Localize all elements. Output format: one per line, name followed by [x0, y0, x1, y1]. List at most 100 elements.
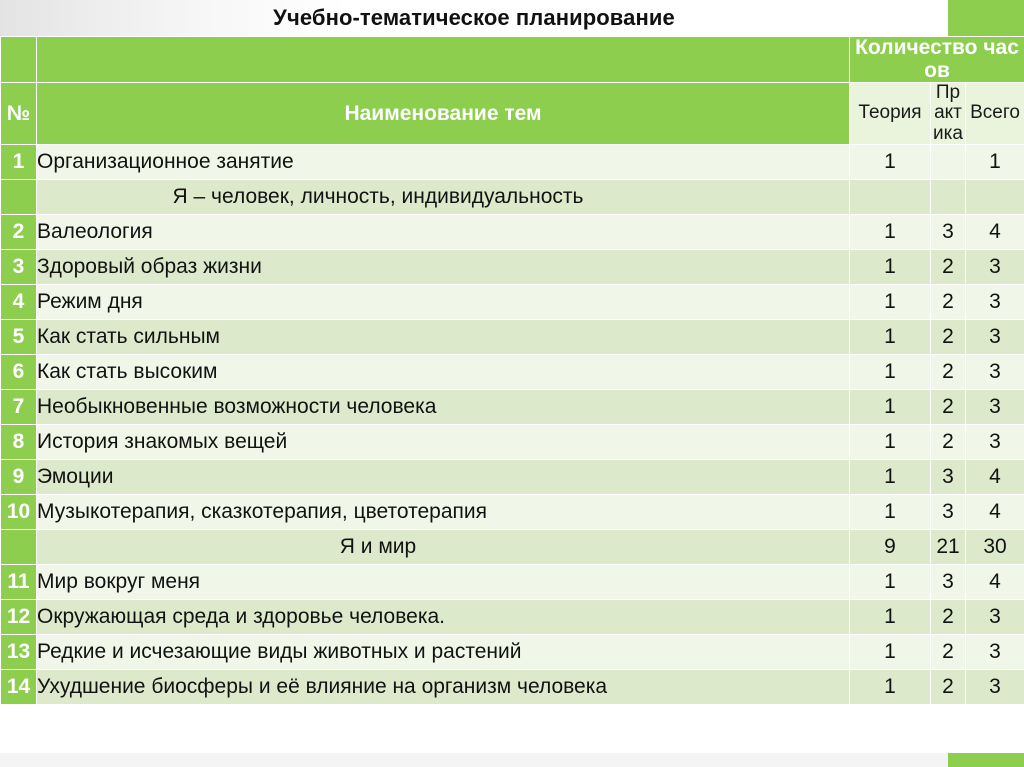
table-header-row-1: Количество часов: [0, 35, 1024, 84]
total-hours-cell: 4: [964, 493, 1024, 530]
topic-name-cell: Эмоции: [36, 458, 850, 495]
practice-hours-cell: 3: [930, 493, 966, 530]
curriculum-table: Количество часов № Наименование тем Теор…: [0, 35, 1024, 705]
theory-hours-cell: 1: [849, 248, 931, 285]
slide-root: Учебно-тематическое планирование Количес…: [0, 0, 1024, 767]
row-number-cell: 6: [0, 353, 37, 390]
table-body: 1 Организационное занятие 1 1 Я – человек, л…: [0, 143, 1024, 705]
theory-hours-cell: 1: [849, 668, 931, 705]
theory-hours-cell: 1: [849, 458, 931, 495]
table-row: 5 Как стать сильным 1 2 3: [0, 318, 1024, 355]
header-name-spacer: [36, 35, 850, 84]
total-hours-cell: 3: [964, 598, 1024, 635]
header-theory-label: Теория: [849, 82, 931, 145]
total-hours-cell: 30: [964, 528, 1024, 565]
total-hours-cell: 4: [964, 213, 1024, 250]
total-hours-cell: 3: [964, 318, 1024, 355]
row-number-cell: 3: [0, 248, 37, 285]
practice-hours-cell: 2: [930, 318, 966, 355]
row-number-cell: 14: [0, 668, 37, 705]
table-row: 1 Организационное занятие 1 1: [0, 143, 1024, 180]
row-number-cell: 5: [0, 318, 37, 355]
practice-hours-cell: 2: [930, 283, 966, 320]
total-hours-cell: 3: [964, 353, 1024, 390]
header-num-spacer: [0, 35, 37, 84]
topic-name-cell: Мир вокруг меня: [36, 563, 850, 600]
section-title-cell: Я – человек, личность, индивидуальность: [36, 178, 850, 215]
theory-hours-cell: 1: [849, 143, 931, 180]
row-number-cell: 10: [0, 493, 37, 530]
total-hours-cell: 3: [964, 668, 1024, 705]
total-hours-cell: 3: [964, 388, 1024, 425]
table-row: 2 Валеология 1 3 4: [0, 213, 1024, 250]
practice-hours-cell: 2: [930, 633, 966, 670]
table-section-row: Я – человек, личность, индивидуальность: [0, 178, 1024, 215]
table-row: 8 История знакомых вещей 1 2 3: [0, 423, 1024, 460]
table-row: 4 Режим дня 1 2 3: [0, 283, 1024, 320]
topic-name-cell: Как стать сильным: [36, 318, 850, 355]
theory-hours-cell: 1: [849, 563, 931, 600]
table-row: 11 Мир вокруг меня 1 3 4: [0, 563, 1024, 600]
header-practice-label: Практика: [930, 82, 966, 145]
topic-name-cell: История знакомых вещей: [36, 423, 850, 460]
topic-name-cell: Необыкновенные возможности человека: [36, 388, 850, 425]
row-number-cell: 8: [0, 423, 37, 460]
total-hours-cell: 1: [964, 143, 1024, 180]
theory-hours-cell: 1: [849, 633, 931, 670]
table-row: 6 Как стать высоким 1 2 3: [0, 353, 1024, 390]
total-hours-cell: 3: [964, 633, 1024, 670]
row-number-cell: 1: [0, 143, 37, 180]
topic-name-cell: Валеология: [36, 213, 850, 250]
header-quantity-group: Количество часов: [848, 35, 1024, 84]
theory-hours-cell: 1: [849, 353, 931, 390]
row-number-cell: [0, 528, 37, 565]
top-right-accent-block: [948, 0, 1024, 36]
table-row: 13 Редкие и исчезающие виды животных и ра…: [0, 633, 1024, 670]
practice-hours-cell: 2: [930, 248, 966, 285]
topic-name-cell: Организационное занятие: [36, 143, 850, 180]
total-hours-cell: [964, 178, 1024, 215]
page-title: Учебно-тематическое планирование: [273, 5, 675, 30]
row-number-cell: 9: [0, 458, 37, 495]
total-hours-cell: 3: [964, 248, 1024, 285]
total-hours-cell: 3: [964, 423, 1024, 460]
table-row: 3 Здоровый образ жизни 1 2 3: [0, 248, 1024, 285]
practice-hours-cell: 2: [930, 423, 966, 460]
topic-name-cell: Режим дня: [36, 283, 850, 320]
bottom-right-accent-block: [948, 753, 1024, 767]
bottom-strip: [0, 753, 1024, 767]
table-row: 7 Необыкновенные возможности человека 1 2 3: [0, 388, 1024, 425]
header-name-label: Наименование тем: [36, 82, 850, 145]
table-section-row: Я и мир 9 21 30: [0, 528, 1024, 565]
table-row: 14 Ухудшение биосферы и её влияние на орг…: [0, 668, 1024, 705]
section-title-cell: Я и мир: [36, 528, 850, 565]
total-hours-cell: 4: [964, 563, 1024, 600]
row-number-cell: 4: [0, 283, 37, 320]
header-total-label: Всего: [964, 82, 1024, 145]
practice-hours-cell: 2: [930, 353, 966, 390]
total-hours-cell: 3: [964, 283, 1024, 320]
row-number-cell: 11: [0, 563, 37, 600]
row-number-cell: [0, 178, 37, 215]
topic-name-cell: Музыкотерапия, сказкотерапия, цветотерап…: [36, 493, 850, 530]
theory-hours-cell: 1: [849, 388, 931, 425]
table-row: 12 Окружающая среда и здоровье человека. 1…: [0, 598, 1024, 635]
theory-hours-cell: [849, 178, 931, 215]
row-number-cell: 2: [0, 213, 37, 250]
topic-name-cell: Редкие и исчезающие виды животных и раст…: [36, 633, 850, 670]
practice-hours-cell: 3: [930, 458, 966, 495]
row-number-cell: 7: [0, 388, 37, 425]
theory-hours-cell: 1: [849, 423, 931, 460]
practice-hours-cell: [930, 178, 966, 215]
theory-hours-cell: 1: [849, 598, 931, 635]
practice-hours-cell: [930, 143, 966, 180]
topic-name-cell: Здоровый образ жизни: [36, 248, 850, 285]
practice-hours-cell: 2: [930, 598, 966, 635]
row-number-cell: 13: [0, 633, 37, 670]
theory-hours-cell: 1: [849, 318, 931, 355]
practice-hours-cell: 21: [930, 528, 966, 565]
practice-hours-cell: 2: [930, 388, 966, 425]
header-num-label: №: [0, 82, 37, 145]
theory-hours-cell: 1: [849, 493, 931, 530]
title-bar: Учебно-тематическое планирование: [0, 0, 1024, 36]
